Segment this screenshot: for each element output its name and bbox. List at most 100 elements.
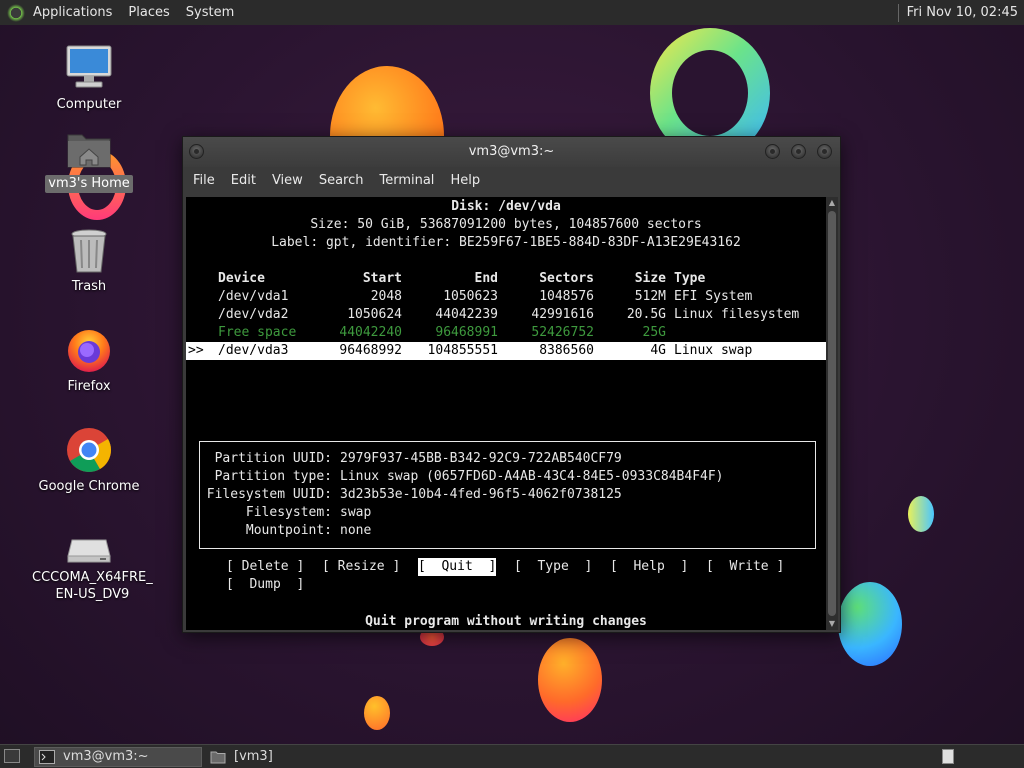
wallpaper-small-blob	[364, 696, 390, 730]
scroll-up-arrow-icon[interactable]: ▲	[826, 197, 838, 209]
desktop-icon-chrome[interactable]: Google Chrome	[29, 426, 149, 496]
row-device: /dev/vda2	[218, 307, 289, 322]
window-menu-button[interactable]	[189, 144, 204, 159]
menu-system[interactable]: System	[178, 0, 242, 25]
shade-button[interactable]	[765, 144, 780, 159]
info-value: none	[340, 523, 372, 538]
desktop-icon-label: Google Chrome	[38, 479, 140, 494]
row-type: Linux swap	[674, 343, 753, 358]
applications-logo-icon[interactable]	[7, 3, 25, 22]
taskbar-item-vm3[interactable]: [vm3]	[206, 747, 366, 767]
drive-label-line1: CCCOMA_X64FRE_	[32, 570, 153, 585]
top-panel-right: Fri Nov 10, 02:45	[897, 0, 1024, 25]
computer-icon	[64, 44, 114, 92]
home-folder-icon	[66, 127, 112, 171]
dump-button[interactable]: [ Dump ]	[226, 576, 304, 594]
row-device: Free space	[218, 325, 297, 340]
disk-size: Size: 50 GiB, 53687091200 bytes, 1048576…	[310, 217, 702, 232]
menu-applications[interactable]: Applications	[25, 0, 120, 25]
scrollbar-thumb[interactable]	[828, 211, 836, 616]
drive-icon	[66, 536, 112, 564]
firefox-icon	[65, 326, 113, 374]
desktop-icon-home[interactable]: vm3's Home	[29, 127, 149, 193]
desktop-icon-label: Trash	[71, 279, 107, 294]
info-line: Partition UUID: 2979F937-45BB-B342-92C9-…	[200, 450, 815, 468]
row-end: 104855551	[427, 343, 498, 358]
partition-row[interactable]: /dev/vda1 2048 1050623 1048576 512M EFI …	[186, 288, 826, 306]
free-space-row[interactable]: Free space 44042240 96468991 52426752 25…	[186, 324, 826, 342]
row-end: 1050623	[443, 289, 498, 304]
table-header-row: Device Start End Sectors Size Type	[186, 270, 826, 288]
row-sectors: 8386560	[539, 343, 594, 358]
minimize-button[interactable]	[791, 144, 806, 159]
write-button[interactable]: [ Write ]	[706, 558, 784, 576]
show-desktop-icon[interactable]	[4, 749, 20, 763]
action-menu: [ Delete ] [ Resize ] [ Quit ] [ Type ] …	[186, 558, 826, 598]
info-line: Partition type: Linux swap (0657FD6D-A4A…	[200, 468, 815, 486]
wallpaper-small-green-blob	[908, 496, 934, 532]
wallpaper-orange-blob-bottom	[538, 638, 602, 722]
terminal-content[interactable]: Disk: /dev/vda Size: 50 GiB, 53687091200…	[186, 197, 826, 630]
delete-button[interactable]: [ Delete ]	[226, 558, 304, 576]
header-size: Size	[634, 271, 666, 286]
row-sectors: 1048576	[539, 289, 594, 304]
desktop-icon-drive[interactable]: CCCOMA_X64FRE_ EN-US_DV9	[29, 536, 153, 604]
taskbar-item-label: [vm3]	[234, 749, 273, 764]
drive-label-line2: EN-US_DV9	[55, 587, 130, 602]
info-key: Filesystem UUID:	[206, 487, 332, 502]
row-size: 4G	[650, 343, 666, 358]
header-start: Start	[362, 271, 402, 286]
type-button[interactable]: [ Type ]	[514, 558, 592, 576]
row-marker: >>	[188, 343, 204, 358]
disk-header: Disk: /dev/vda	[451, 199, 561, 214]
partition-info-box: Partition UUID: 2979F937-45BB-B342-92C9-…	[199, 441, 816, 549]
info-value: 3d23b53e-10b4-4fed-96f5-4062f0738125	[340, 487, 622, 502]
menu-view[interactable]: View	[264, 167, 311, 195]
partition-row[interactable]: /dev/vda2 1050624 44042239 42991616 20.5…	[186, 306, 826, 324]
clock[interactable]: Fri Nov 10, 02:45	[907, 5, 1024, 20]
info-line: Filesystem: swap	[200, 504, 815, 522]
row-device: /dev/vda1	[218, 289, 289, 304]
help-button[interactable]: [ Help ]	[610, 558, 688, 576]
terminal-scrollbar[interactable]: ▲ ▼	[826, 197, 838, 630]
info-key: Filesystem:	[245, 505, 332, 520]
row-device: /dev/vda3	[218, 343, 289, 358]
window-titlebar[interactable]: vm3@vm3:~	[183, 137, 840, 167]
resize-button[interactable]: [ Resize ]	[322, 558, 400, 576]
menu-file[interactable]: File	[185, 167, 223, 195]
row-start: 2048	[370, 289, 402, 304]
desktop-icon-label: CCCOMA_X64FRE_ EN-US_DV9	[29, 568, 156, 604]
header-sectors: Sectors	[539, 271, 594, 286]
row-end: 44042239	[435, 307, 498, 322]
desktop-icon-trash[interactable]: Trash	[29, 228, 149, 296]
menu-edit[interactable]: Edit	[223, 167, 264, 195]
menu-places[interactable]: Places	[120, 0, 177, 25]
info-value: Linux swap (0657FD6D-A4AB-43C4-84E5-0933…	[340, 469, 724, 484]
menu-help[interactable]: Help	[442, 167, 488, 195]
info-key: Partition UUID:	[214, 451, 332, 466]
info-value: 2979F937-45BB-B342-92C9-722AB540CF79	[340, 451, 622, 466]
terminal-icon	[39, 750, 55, 764]
menu-search[interactable]: Search	[311, 167, 372, 195]
info-value: swap	[340, 505, 372, 520]
workspace-switcher[interactable]	[942, 749, 954, 764]
scroll-down-arrow-icon[interactable]: ▼	[826, 618, 838, 630]
desktop-icon-label: Firefox	[67, 379, 111, 394]
info-key: Partition type:	[214, 469, 332, 484]
row-start: 1050624	[347, 307, 402, 322]
trash-icon	[69, 228, 109, 274]
row-start: 44042240	[339, 325, 402, 340]
header-device: Device	[218, 271, 265, 286]
taskbar-item-terminal[interactable]: vm3@vm3:~	[34, 747, 202, 767]
maximize-button[interactable]	[817, 144, 832, 159]
row-type: Linux filesystem	[674, 307, 800, 322]
partition-row-selected[interactable]: >> /dev/vda3 96468992 104855551 8386560 …	[186, 342, 826, 360]
quit-button[interactable]: [ Quit ]	[418, 558, 497, 576]
desktop-icon-firefox[interactable]: Firefox	[29, 326, 149, 396]
bottom-panel: vm3@vm3:~ [vm3]	[0, 744, 1024, 768]
menu-terminal[interactable]: Terminal	[371, 167, 442, 195]
row-start: 96468992	[339, 343, 402, 358]
info-line: Mountpoint: none	[200, 522, 815, 540]
desktop-icon-computer[interactable]: Computer	[29, 44, 149, 114]
header-type: Type	[674, 271, 706, 286]
